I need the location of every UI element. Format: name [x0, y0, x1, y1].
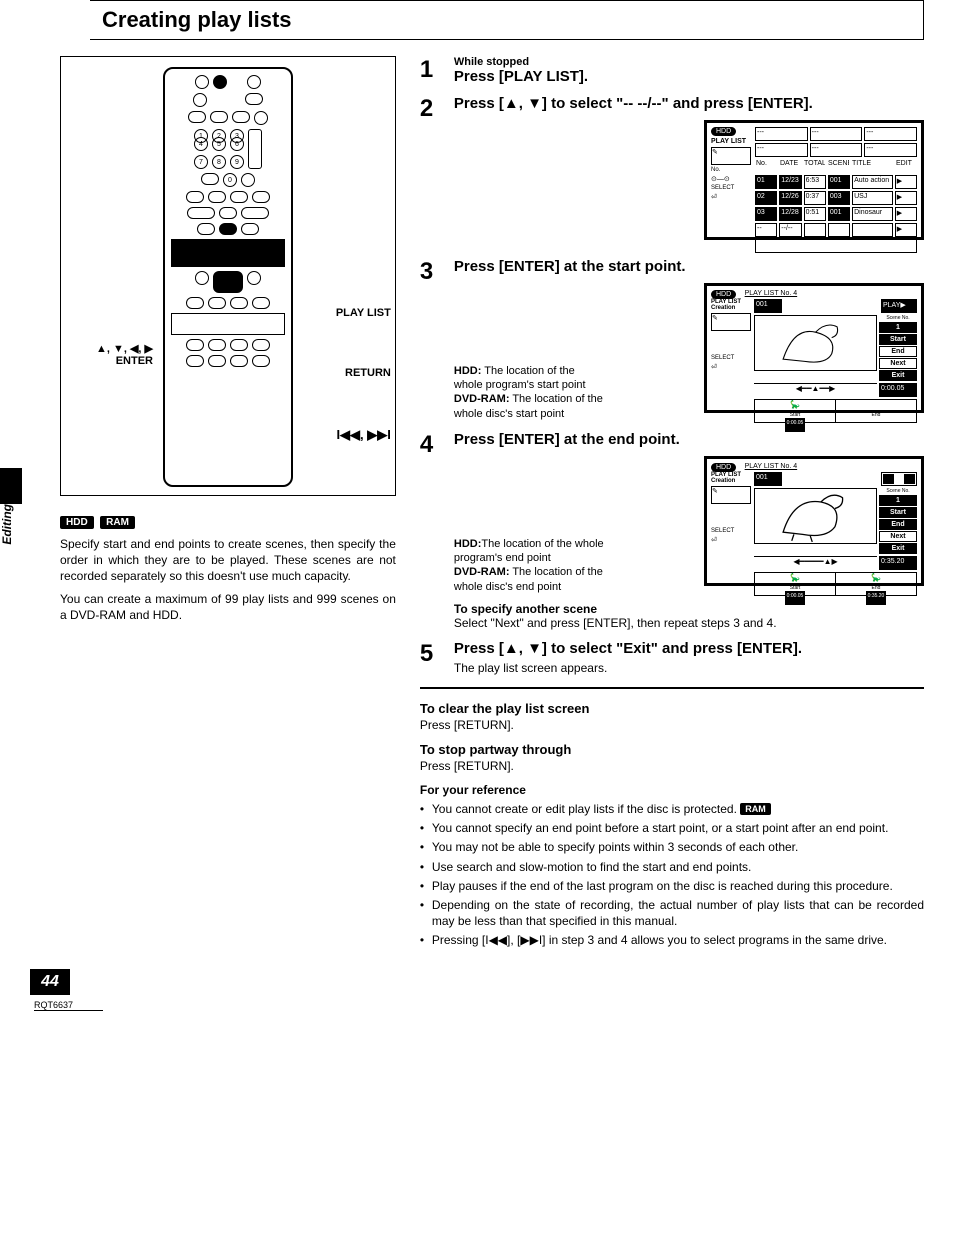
- ref-h: For your reference: [420, 783, 924, 797]
- step-3: 3 Press [ENTER] at the start point. HDD:…: [420, 258, 924, 421]
- step5-sub: The play list screen appears.: [454, 661, 924, 675]
- step4-note: HDD:The location of the whole program's …: [454, 537, 604, 594]
- step2-main: Press [▲, ▼] to select "-- --/--" and pr…: [454, 95, 924, 112]
- badge-ram: RAM: [100, 516, 135, 529]
- intro-p2: You can create a maximum of 99 play list…: [60, 591, 396, 623]
- doc-code: RQT6637: [34, 1000, 103, 1011]
- ref-item: You may not be able to specify points wi…: [420, 839, 924, 855]
- side-tab: Editing: [0, 468, 22, 558]
- another-scene-h: To specify another scene: [454, 602, 924, 616]
- page-title: Creating play lists: [90, 1, 923, 40]
- page-number: 44: [30, 969, 70, 995]
- clear-h: To clear the play list screen: [420, 701, 924, 716]
- ref-item: Play pauses if the end of the last progr…: [420, 878, 924, 894]
- screen-step3: HDD PLAY LIST No. 4 PLAY LIST Creation ✎…: [704, 283, 924, 413]
- divider: [420, 687, 924, 689]
- media-badges: HDD RAM: [60, 512, 396, 530]
- step-1: 1 While stopped Press [PLAY LIST].: [420, 56, 924, 85]
- ref-item: Depending on the state of recording, the…: [420, 897, 924, 929]
- screen-step4: HDD PLAY LIST No. 4 PLAY LIST Creation ✎…: [704, 456, 924, 586]
- another-scene-p: Select "Next" and press [ENTER], then re…: [454, 616, 924, 630]
- callout-playlist: PLAY LIST: [336, 307, 391, 319]
- reference-list: You cannot create or edit play lists if …: [420, 801, 924, 949]
- intro-p1: Specify start and end points to create s…: [60, 536, 396, 585]
- remote-illustration: 123 456 789 0 PLAY LIST ▲, ▼, ◀, ▶ ENTER: [60, 56, 396, 496]
- ref-item: You cannot create or edit play lists if …: [420, 801, 924, 817]
- stop-h: To stop partway through: [420, 742, 924, 757]
- step-5: 5 Press [▲, ▼] to select "Exit" and pres…: [420, 640, 924, 675]
- step5-main: Press [▲, ▼] to select "Exit" and press …: [454, 640, 924, 657]
- ref-item: You cannot specify an end point before a…: [420, 820, 924, 836]
- step3-note: HDD: The location of the whole program's…: [454, 364, 604, 421]
- side-tab-label: Editing: [0, 504, 22, 549]
- step-4: 4 Press [ENTER] at the end point. HDD:Th…: [420, 431, 924, 630]
- step1-main: Press [PLAY LIST].: [454, 68, 924, 85]
- step3-main: Press [ENTER] at the start point.: [454, 258, 924, 275]
- step4-main: Press [ENTER] at the end point.: [454, 431, 924, 448]
- clear-p: Press [RETURN].: [420, 718, 924, 732]
- callout-return: RETURN: [345, 367, 391, 379]
- badge-hdd: HDD: [60, 516, 94, 529]
- ref-item: Pressing [I◀◀], [▶▶I] in step 3 and 4 al…: [420, 932, 924, 948]
- screen-step2: HDD PLAY LIST ✎ No. ⊙—⊙ SELECT ⏎ ------: [704, 120, 924, 240]
- callout-skip: I◀◀, ▶▶I: [336, 427, 390, 443]
- step-2: 2 Press [▲, ▼] to select "-- --/--" and …: [420, 95, 924, 248]
- step1-pre: While stopped: [454, 56, 924, 68]
- ref-item: Use search and slow-motion to find the s…: [420, 859, 924, 875]
- callout-enter: ▲, ▼, ◀, ▶ ENTER: [65, 342, 153, 367]
- stop-p: Press [RETURN].: [420, 759, 924, 773]
